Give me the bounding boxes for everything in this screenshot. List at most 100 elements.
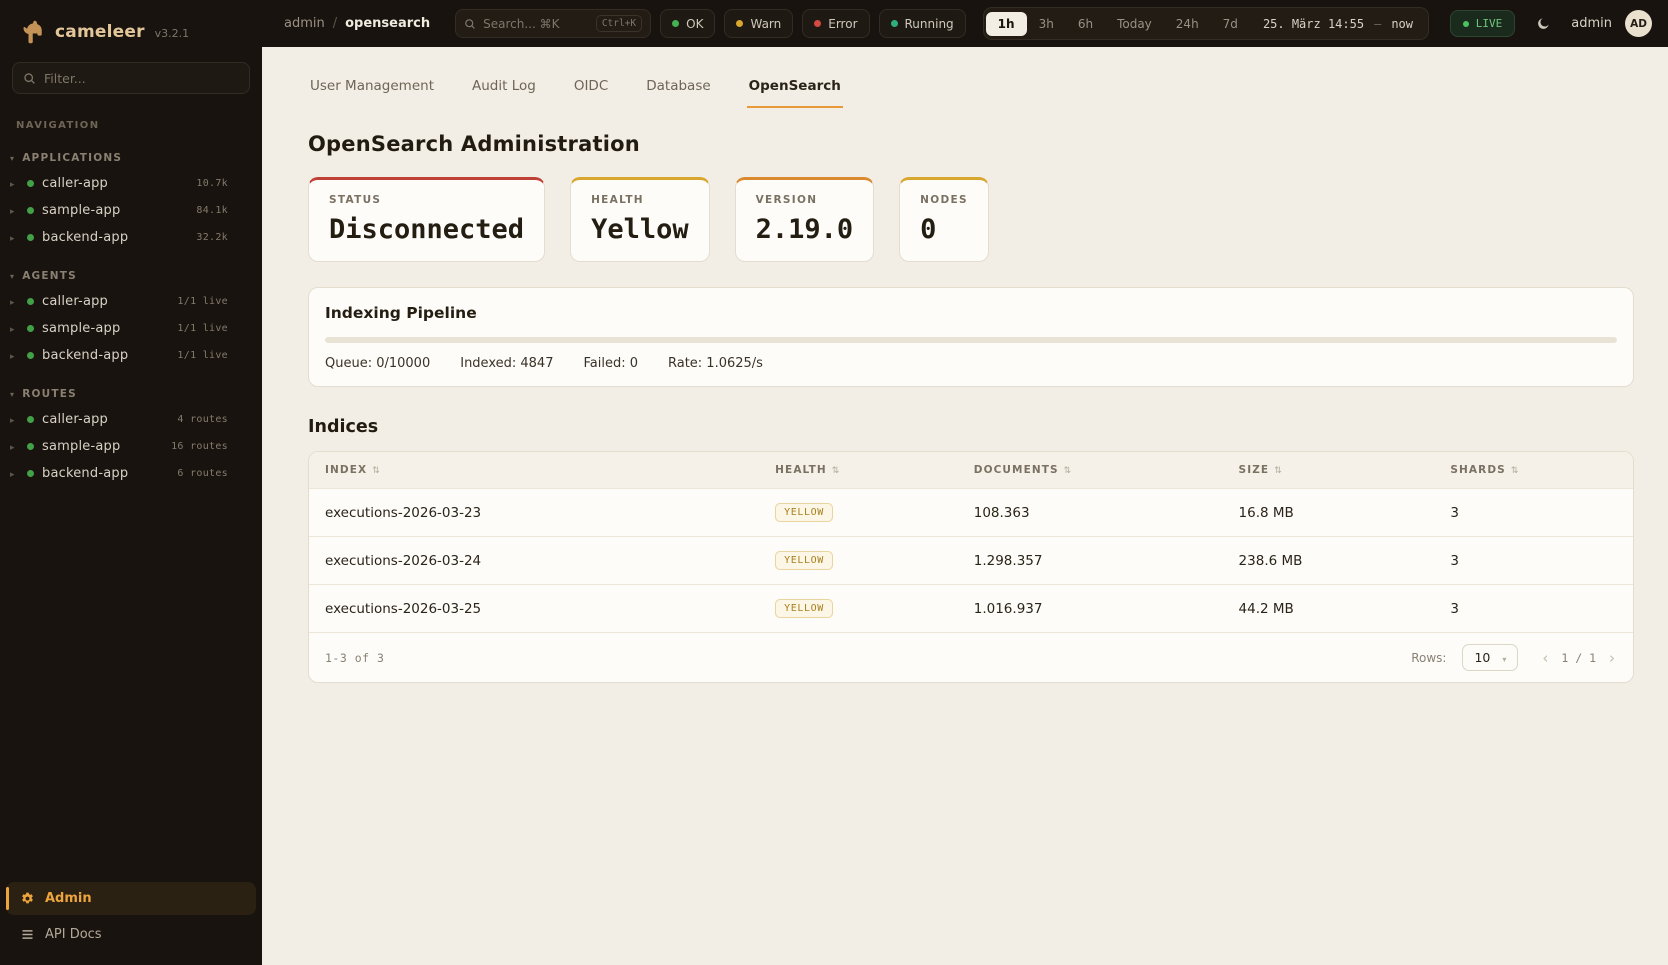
dark-mode-toggle[interactable] [1528, 9, 1558, 39]
breadcrumb-parent[interactable]: admin [284, 16, 325, 31]
time-range-button[interactable]: 3h [1027, 12, 1066, 36]
sidebar-item-api-docs[interactable]: API Docs [6, 918, 256, 951]
next-page-button[interactable]: › [1607, 649, 1617, 667]
tab[interactable]: OIDC [572, 73, 610, 108]
sidebar-item-label: sample-app [42, 439, 163, 454]
chevron-right-icon [10, 176, 19, 191]
sidebar-item-label: Admin [45, 891, 92, 906]
nav-section-label: ROUTES [22, 388, 77, 400]
cell-documents: 108.363 [958, 489, 1223, 537]
page-title: OpenSearch Administration [308, 132, 1634, 156]
column-header[interactable]: SHARDS [1434, 452, 1633, 489]
sidebar-item-admin[interactable]: Admin [6, 882, 256, 915]
tab[interactable]: User Management [308, 73, 436, 108]
sidebar-item[interactable]: caller-app 4 routes [0, 406, 262, 433]
indexing-pipeline-panel: Indexing Pipeline Queue: 0/10000 Indexed… [308, 287, 1634, 387]
chevron-down-icon [10, 388, 15, 400]
time-range-button[interactable]: 7d [1211, 12, 1250, 36]
status-dot [27, 298, 34, 305]
time-range-button[interactable]: Today [1105, 12, 1164, 36]
table-row[interactable]: executions-2026-03-25 YELLOW 1.016.937 4… [309, 585, 1633, 633]
status-dot [27, 207, 34, 214]
live-toggle[interactable]: LIVE [1450, 10, 1516, 37]
time-range-button[interactable]: 24h [1164, 12, 1211, 36]
sidebar-item[interactable]: caller-app 10.7k [0, 170, 262, 197]
stat-card-label: NODES [920, 194, 968, 206]
cell-size: 44.2 MB [1223, 585, 1435, 633]
gear-icon [20, 891, 35, 906]
tab[interactable]: OpenSearch [747, 73, 843, 108]
sidebar-item-label: caller-app [42, 294, 169, 309]
sidebar-item[interactable]: caller-app 1/1 live [0, 288, 262, 315]
pipeline-stat: Indexed: 4847 [460, 356, 553, 371]
cell-shards: 3 [1434, 585, 1633, 633]
tab-bar: User Management Audit Log OIDC Database … [308, 73, 1634, 108]
time-range-separator: — [1374, 17, 1381, 31]
column-header-label: SIZE [1239, 464, 1270, 476]
status-filter-pill[interactable]: Warn [724, 9, 793, 38]
status-filter-pill[interactable]: Running [879, 9, 966, 38]
column-header[interactable]: HEALTH [759, 452, 958, 489]
table-row[interactable]: executions-2026-03-24 YELLOW 1.298.357 2… [309, 537, 1633, 585]
cell-documents: 1.298.357 [958, 537, 1223, 585]
sort-icon [1506, 464, 1520, 476]
status-filter-label: Warn [750, 17, 781, 31]
previous-page-button[interactable]: ‹ [1540, 649, 1550, 667]
sort-icon [367, 464, 381, 476]
search-input[interactable]: Search... ⌘K Ctrl+K [455, 9, 651, 38]
sidebar-item[interactable]: backend-app 6 routes [0, 460, 262, 487]
status-filter-pill[interactable]: OK [660, 9, 715, 38]
sidebar-item-label: backend-app [42, 466, 169, 481]
column-header-label: INDEX [325, 464, 367, 476]
column-header[interactable]: SIZE [1223, 452, 1435, 489]
nav-section-label: APPLICATIONS [22, 152, 122, 164]
sidebar-item[interactable]: backend-app 32.2k [0, 224, 262, 251]
sidebar-item[interactable]: sample-app 84.1k [0, 197, 262, 224]
column-header-label: DOCUMENTS [974, 464, 1059, 476]
time-range-button[interactable]: 6h [1066, 12, 1105, 36]
top-bar: admin / opensearch Search... ⌘K Ctrl+K O… [262, 0, 1668, 47]
tab[interactable]: Database [644, 73, 712, 108]
tab[interactable]: Audit Log [470, 73, 538, 108]
chevron-right-icon [10, 439, 19, 454]
rows-per-page-select[interactable]: 10 [1462, 644, 1518, 671]
chevron-right-icon [10, 321, 19, 336]
sort-icon [1059, 464, 1073, 476]
sidebar-item[interactable]: backend-app 1/1 live [0, 342, 262, 369]
nav-section-header[interactable]: AGENTS [0, 257, 262, 288]
cell-shards: 3 [1434, 537, 1633, 585]
avatar[interactable]: AD [1625, 10, 1652, 37]
status-dot [27, 352, 34, 359]
app-title: cameleer [55, 22, 145, 42]
cell-health: YELLOW [759, 537, 958, 585]
status-filter-label: Error [828, 17, 857, 31]
chevron-down-icon [10, 152, 15, 164]
rows-per-page-label: Rows: [1411, 651, 1446, 665]
sidebar-item-badge: 1/1 live [177, 323, 228, 334]
column-header[interactable]: DOCUMENTS [958, 452, 1223, 489]
status-dot [736, 20, 743, 27]
live-dot [1463, 21, 1469, 27]
sidebar-item[interactable]: sample-app 1/1 live [0, 315, 262, 342]
sidebar-item[interactable]: sample-app 16 routes [0, 433, 262, 460]
sidebar-item-label: backend-app [42, 348, 169, 363]
filter-placeholder: Filter... [44, 71, 86, 86]
sidebar-item-label: caller-app [42, 412, 169, 427]
sidebar-item-badge: 1/1 live [177, 350, 228, 361]
app-version: v3.2.1 [155, 27, 190, 40]
cell-documents: 1.016.937 [958, 585, 1223, 633]
column-header[interactable]: INDEX [309, 452, 759, 489]
status-filter-pill[interactable]: Error [802, 9, 869, 38]
status-dot [672, 20, 679, 27]
sort-icon [827, 464, 841, 476]
logo[interactable]: cameleer v3.2.1 [0, 0, 262, 60]
time-range-button[interactable]: 1h [986, 12, 1027, 36]
filter-input[interactable]: Filter... [12, 62, 250, 94]
stat-card-label: VERSION [756, 194, 854, 206]
nav-section-header[interactable]: APPLICATIONS [0, 139, 262, 170]
nav-section-header[interactable]: ROUTES [0, 375, 262, 406]
stat-card-value: Disconnected [329, 214, 524, 245]
cell-index: executions-2026-03-23 [309, 489, 759, 537]
table-row[interactable]: executions-2026-03-23 YELLOW 108.363 16.… [309, 489, 1633, 537]
time-range-group: 1h 3h 6h Today 24h 7d 25. März 14:55 — n… [983, 7, 1429, 40]
